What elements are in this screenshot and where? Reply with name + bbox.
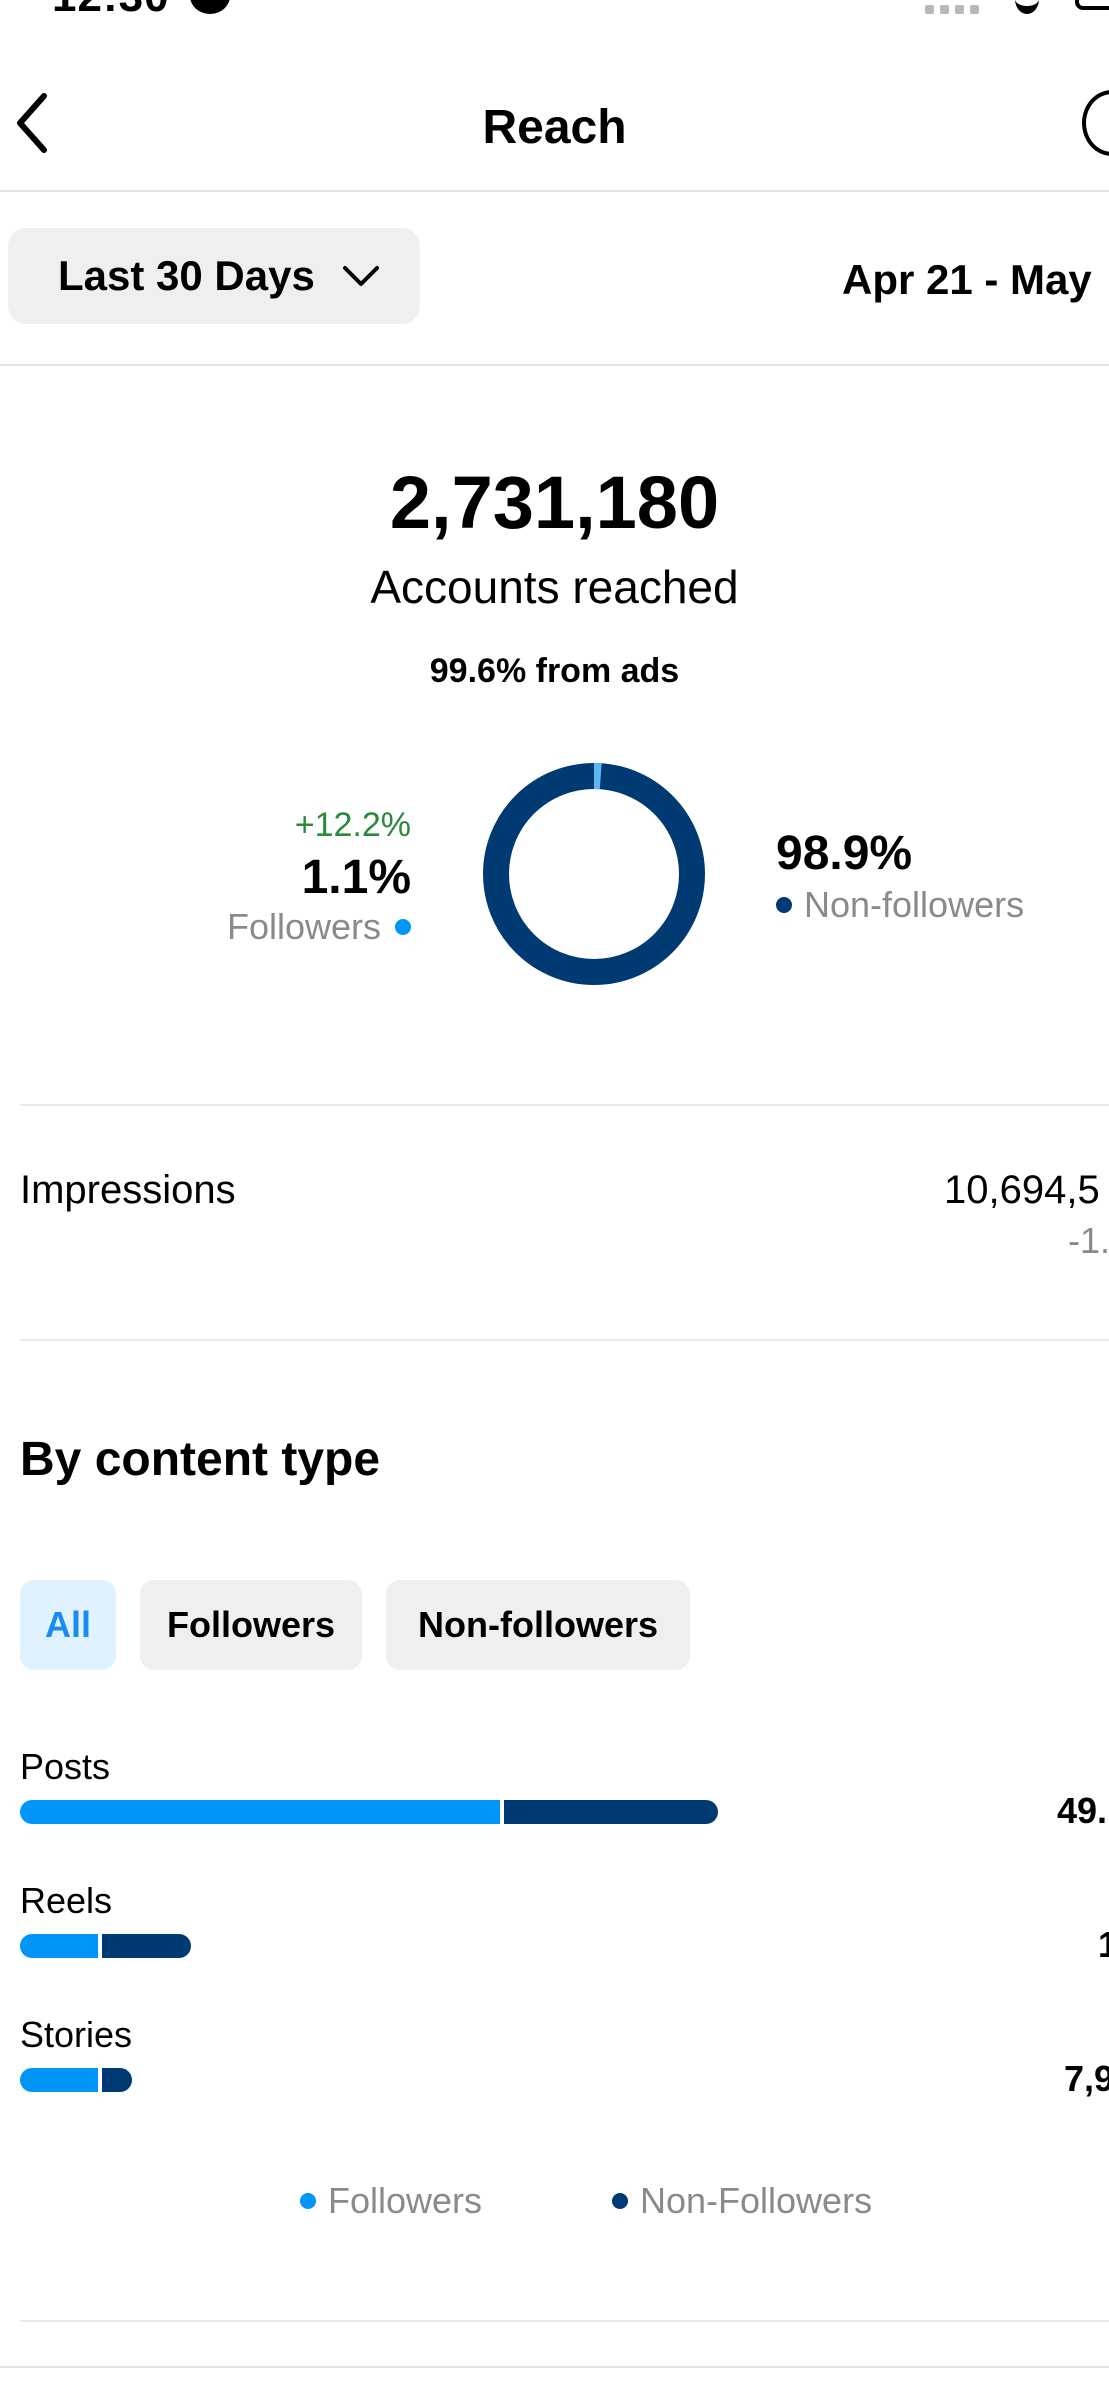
followers-dot-icon xyxy=(300,2193,316,2209)
reels-label: Reels xyxy=(20,1880,113,1921)
stories-value: 7,9 xyxy=(1064,2058,1109,2099)
reels-value: 1 xyxy=(1098,1924,1109,1965)
bar-non-followers-segment xyxy=(102,1934,191,1958)
posts-bar xyxy=(20,1800,718,1824)
followers-legend: Followers xyxy=(227,906,411,948)
date-range-dropdown[interactable]: Last 30 Days xyxy=(8,228,420,324)
filter-row: Last 30 Days Apr 21 - May xyxy=(0,192,1109,366)
followers-label: Followers xyxy=(226,906,381,947)
donut-non-followers-arc xyxy=(483,763,705,985)
posts-label: Posts xyxy=(20,1746,111,1787)
wifi-icon xyxy=(1015,0,1039,14)
chip-followers[interactable]: Followers xyxy=(140,1580,362,1670)
non-followers-dot-icon xyxy=(612,2193,628,2209)
non-followers-dot-icon xyxy=(776,897,792,913)
divider xyxy=(20,2320,1109,2322)
stories-label: Stories xyxy=(20,2014,133,2055)
reels-bar xyxy=(20,1934,191,1958)
accounts-reached-total: 2,731,180 xyxy=(389,461,720,544)
bar-followers-segment xyxy=(20,1934,99,1958)
legend-followers: Followers xyxy=(300,2180,482,2222)
signal-icon xyxy=(925,0,985,14)
chevron-down-icon xyxy=(343,266,379,286)
chip-all[interactable]: All xyxy=(20,1580,116,1670)
followers-percent: 1.1% xyxy=(301,851,411,904)
battery-icon xyxy=(1075,0,1109,10)
impressions-change: -1. xyxy=(1068,1220,1109,1261)
divider xyxy=(20,1104,1109,1106)
ads-percentage: 99.6% from ads xyxy=(429,652,680,690)
reach-screen: 12:30 Reach Last 30 Days Apr 21 - May 2,… xyxy=(0,0,1109,2400)
content-type-title: By content type xyxy=(20,1433,381,1486)
chip-non-followers[interactable]: Non-followers xyxy=(386,1580,690,1670)
page-title: Reach xyxy=(482,101,627,154)
bar-followers-segment xyxy=(20,1800,500,1824)
bar-non-followers-segment xyxy=(102,2068,132,2092)
divider xyxy=(0,2366,1109,2368)
date-range-label: Last 30 Days xyxy=(58,252,315,299)
followers-change: +12.2% xyxy=(294,806,411,844)
header: Reach xyxy=(0,60,1109,192)
accounts-reached-label: Accounts reached xyxy=(370,561,739,613)
bar-followers-segment xyxy=(20,2068,99,2092)
non-followers-percent: 98.9% xyxy=(776,827,913,880)
followers-dot-icon xyxy=(395,919,411,935)
date-range-text: Apr 21 - May xyxy=(842,256,1092,303)
legend-non-followers-label: Non-Followers xyxy=(640,2180,873,2221)
status-time: 12:30 xyxy=(52,0,170,22)
impressions-value: 10,694,5 xyxy=(944,1168,1100,1212)
legend-non-followers: Non-Followers xyxy=(612,2180,872,2222)
bar-non-followers-segment xyxy=(503,1800,718,1824)
non-followers-legend: Non-followers xyxy=(776,884,1024,926)
posts-value: 49. xyxy=(1057,1790,1108,1831)
reach-donut-chart xyxy=(480,760,708,988)
legend-followers-label: Followers xyxy=(328,2180,483,2221)
divider xyxy=(20,1339,1109,1341)
impressions-label: Impressions xyxy=(20,1168,236,1212)
non-followers-label: Non-followers xyxy=(804,884,1025,925)
do-not-disturb-icon xyxy=(190,0,230,14)
status-bar: 12:30 xyxy=(0,0,1109,30)
stories-bar xyxy=(20,2068,132,2092)
